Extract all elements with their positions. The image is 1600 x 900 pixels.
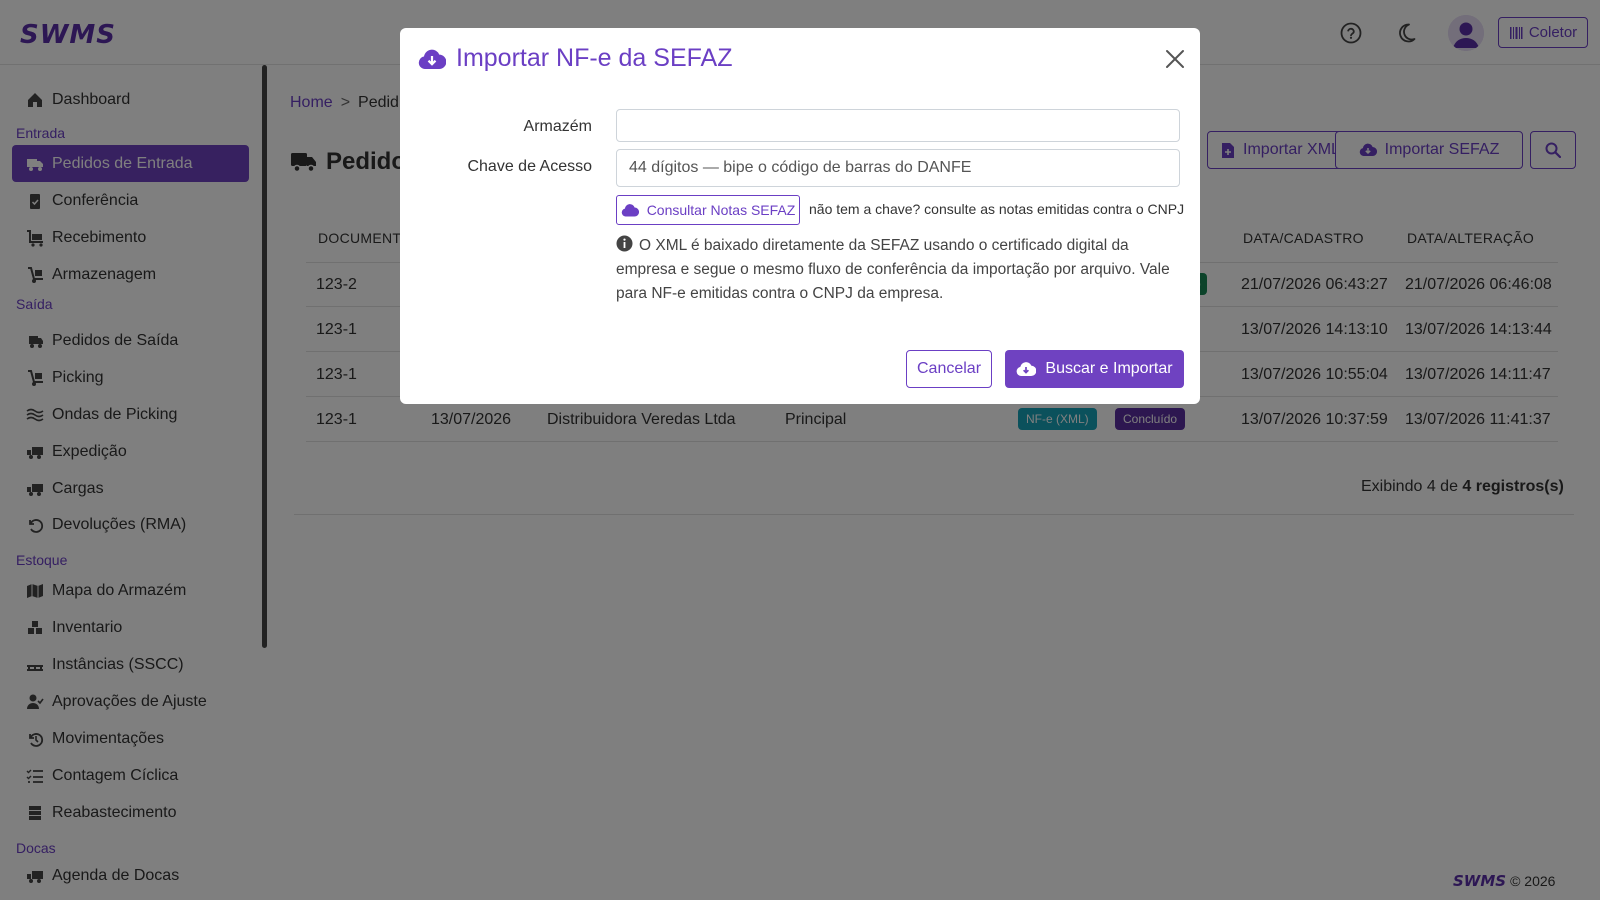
info-message: O XML é baixado diretamente da SEFAZ usa…	[616, 234, 1176, 306]
modal-title-text: Importar NF-e da SEFAZ	[456, 44, 733, 72]
cancel-button[interactable]: Cancelar	[906, 350, 992, 388]
consult-hint-text: não tem a chave? consulte as notas emiti…	[809, 201, 1185, 217]
cloud-download-icon	[1017, 362, 1037, 377]
chave-acesso-field[interactable]	[616, 149, 1180, 187]
armazem-label: Armazém	[523, 118, 592, 135]
modal-title: Importar NF-e da SEFAZ	[418, 44, 732, 73]
chave-acesso-label: Chave de Acesso	[467, 158, 592, 175]
cloud-icon	[621, 203, 639, 217]
import-sefaz-modal: Importar NF-e da SEFAZ Armazém Chave de …	[400, 28, 1200, 404]
close-icon[interactable]	[1164, 48, 1186, 70]
armazem-field[interactable]	[616, 109, 1180, 142]
consult-sefaz-label: Consultar Notas SEFAZ	[646, 202, 796, 218]
info-message-text: O XML é baixado diretamente da SEFAZ usa…	[616, 237, 1170, 302]
consult-sefaz-button[interactable]: Consultar Notas SEFAZ	[616, 195, 800, 225]
info-circle-icon	[616, 235, 633, 252]
cloud-download-icon	[418, 49, 446, 69]
search-and-import-button[interactable]: Buscar e Importar	[1005, 350, 1184, 388]
search-and-import-label: Buscar e Importar	[1045, 360, 1173, 377]
